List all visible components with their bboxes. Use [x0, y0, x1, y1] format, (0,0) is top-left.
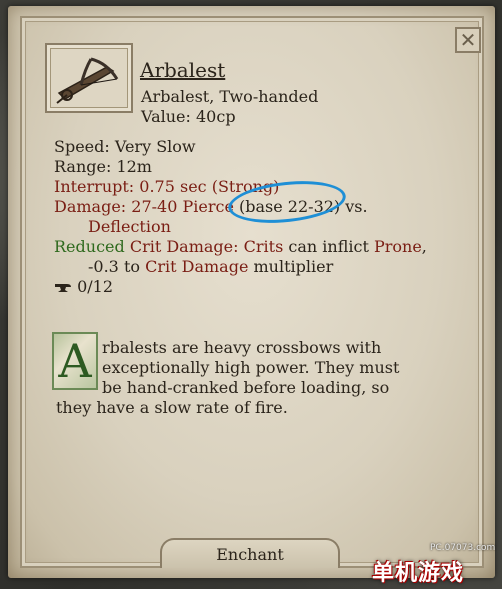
- description-line: be hand-cranked before loading, so: [102, 378, 390, 397]
- modifier-can-inflict: can inflict: [288, 237, 369, 256]
- damage-label: Damage: 27-40: [54, 197, 178, 216]
- close-icon: ✕: [459, 28, 477, 52]
- enchant-capacity: 0/12: [54, 277, 454, 297]
- damage-vs: vs.: [345, 197, 368, 216]
- crit-modifier: Reduced Crit Damage: Crits can inflict P…: [54, 237, 454, 257]
- modifier-value: -0.3 to: [88, 257, 140, 276]
- speed-stat: Speed: Very Slow: [54, 137, 196, 156]
- crit-modifier-line2: -0.3 to Crit Damage multiplier: [54, 257, 454, 277]
- modifier-comma: ,: [421, 237, 427, 256]
- close-button[interactable]: ✕: [455, 27, 481, 53]
- enchant-capacity-value: 0/12: [77, 277, 114, 296]
- enchant-button[interactable]: Enchant: [160, 538, 340, 568]
- description-line: they have a slow rate of fire.: [56, 398, 288, 417]
- item-description-rest: they have a slow rate of fire.: [56, 398, 436, 418]
- item-name: Arbalest: [140, 58, 226, 82]
- item-icon-frame: [45, 43, 133, 113]
- modifier-prone: Prone: [373, 237, 422, 256]
- item-info: Arbalest, Two-handed Value: 40cp: [141, 87, 318, 127]
- item-description: rbalests are heavy crossbows with except…: [102, 338, 432, 398]
- damage-type: Pierce: [182, 197, 234, 216]
- anvil-icon: [55, 284, 71, 292]
- modifier-crits: Crits: [243, 237, 284, 256]
- watermark-logo: 单机游戏: [372, 561, 465, 586]
- modifier-reduced: Reduced: [54, 237, 125, 256]
- description-line: exceptionally high power. They must: [102, 358, 400, 377]
- crossbow-icon: [56, 57, 119, 104]
- modifier-crit-damage-2: Crit Damage: [145, 257, 249, 276]
- watermark-url: PC.07073.com: [430, 543, 496, 553]
- item-type: Arbalest, Two-handed: [141, 87, 319, 106]
- modifier-crit-damage: Crit Damage:: [129, 237, 239, 256]
- description-line: rbalests are heavy crossbows with: [102, 338, 382, 357]
- drop-cap: A: [52, 332, 98, 390]
- modifier-multiplier: multiplier: [253, 257, 334, 276]
- range-stat: Range: 12m: [54, 157, 152, 176]
- item-value: Value: 40cp: [141, 107, 236, 126]
